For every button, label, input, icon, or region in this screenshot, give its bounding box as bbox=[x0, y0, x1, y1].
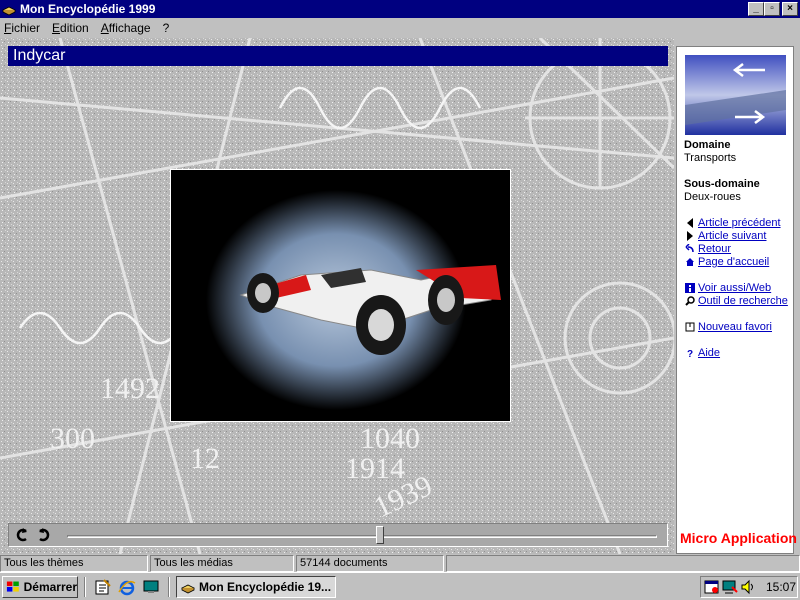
svg-text:12: 12 bbox=[190, 442, 220, 475]
task-button-encyclopedie[interactable]: Mon Encyclopédie 19... bbox=[176, 576, 336, 598]
svg-text:1914: 1914 bbox=[345, 452, 405, 485]
taskbar: Démarrer Mon Encyclopédie 19... 15:07 bbox=[0, 572, 800, 600]
link-back[interactable]: Retour bbox=[684, 243, 731, 255]
domain-image bbox=[685, 55, 786, 135]
media-controls bbox=[8, 523, 668, 547]
subdomain-value: Deux-roues bbox=[684, 191, 741, 203]
taskbar-separator bbox=[168, 577, 170, 597]
system-tray: 15:07 bbox=[700, 576, 798, 598]
menu-help[interactable]: ? bbox=[163, 21, 170, 35]
home-icon bbox=[684, 256, 696, 268]
race-car-image bbox=[171, 170, 510, 421]
rewind-icon[interactable] bbox=[14, 528, 30, 542]
link-home[interactable]: Page d'accueil bbox=[684, 256, 769, 268]
triangle-left-icon bbox=[684, 217, 696, 229]
media-slider-thumb[interactable] bbox=[375, 526, 384, 544]
link-next-article[interactable]: Article suivant bbox=[684, 230, 766, 242]
info-icon bbox=[684, 282, 696, 294]
link-new-favorite[interactable]: Nouveau favori bbox=[684, 321, 772, 333]
status-bar: Tous les thèmes Tous les médias 57144 do… bbox=[0, 555, 800, 572]
status-documents: 57144 documents bbox=[296, 555, 444, 572]
maximize-button[interactable]: ▫ bbox=[764, 2, 780, 16]
domain-label: Domaine bbox=[684, 139, 731, 151]
replay-icon[interactable] bbox=[36, 528, 52, 542]
link-search-tool[interactable]: Outil de recherche bbox=[684, 295, 788, 307]
main-area: 1492 300 12 1040 1914 1939 Indycar Domai… bbox=[0, 38, 800, 554]
task-button-label: Mon Encyclopédie 19... bbox=[199, 580, 332, 594]
status-empty bbox=[446, 555, 800, 572]
window-title: Mon Encyclopédie 1999 bbox=[20, 2, 156, 16]
start-button[interactable]: Démarrer bbox=[2, 576, 78, 598]
book-icon bbox=[181, 584, 195, 594]
display-settings-icon[interactable] bbox=[722, 579, 738, 595]
question-icon: ? bbox=[684, 347, 696, 359]
status-themes: Tous les thèmes bbox=[0, 555, 148, 572]
bookmark-icon bbox=[684, 321, 696, 333]
sidebar: Domaine Transports Sous-domaine Deux-rou… bbox=[676, 46, 797, 554]
link-see-also-web[interactable]: Voir aussi/Web bbox=[684, 282, 771, 294]
menu-edition[interactable]: Edition bbox=[52, 21, 89, 35]
volume-icon[interactable] bbox=[740, 579, 756, 595]
media-slider-track[interactable] bbox=[67, 535, 657, 538]
svg-text:1492: 1492 bbox=[100, 372, 160, 405]
desktop-icon[interactable] bbox=[142, 578, 160, 596]
scheduler-icon[interactable] bbox=[704, 579, 720, 595]
book-icon bbox=[2, 6, 16, 16]
link-help[interactable]: ? Aide bbox=[684, 347, 720, 359]
menu-fichier[interactable]: Fichier bbox=[4, 21, 40, 35]
start-label: Démarrer bbox=[23, 580, 77, 594]
windows-logo-icon bbox=[6, 581, 19, 592]
close-button[interactable]: × bbox=[782, 2, 798, 16]
domain-value: Transports bbox=[684, 152, 737, 164]
svg-text:1040: 1040 bbox=[360, 422, 420, 455]
triangle-right-icon bbox=[684, 230, 696, 242]
menu-affichage[interactable]: Affichage bbox=[101, 21, 151, 35]
internet-explorer-icon[interactable] bbox=[118, 578, 136, 596]
status-media: Tous les médias bbox=[150, 555, 294, 572]
article-title: Indycar bbox=[8, 46, 668, 66]
link-previous-article[interactable]: Article précédent bbox=[684, 217, 781, 229]
svg-text:?: ? bbox=[687, 349, 693, 358]
menu-bar: Fichier Edition Affichage ? bbox=[0, 18, 800, 38]
taskbar-separator bbox=[84, 577, 86, 597]
publisher-brand: Micro Application bbox=[680, 530, 797, 546]
article-photo[interactable] bbox=[170, 169, 511, 422]
clock: 15:07 bbox=[766, 580, 797, 594]
notepad-icon[interactable] bbox=[94, 578, 112, 596]
subdomain-label: Sous-domaine bbox=[684, 178, 760, 190]
back-arrow-icon bbox=[684, 243, 696, 255]
window-titlebar[interactable]: Mon Encyclopédie 1999 _ ▫ × bbox=[0, 0, 800, 18]
svg-text:300: 300 bbox=[50, 422, 95, 455]
magnifier-icon bbox=[684, 295, 696, 307]
minimize-button[interactable]: _ bbox=[748, 2, 764, 16]
